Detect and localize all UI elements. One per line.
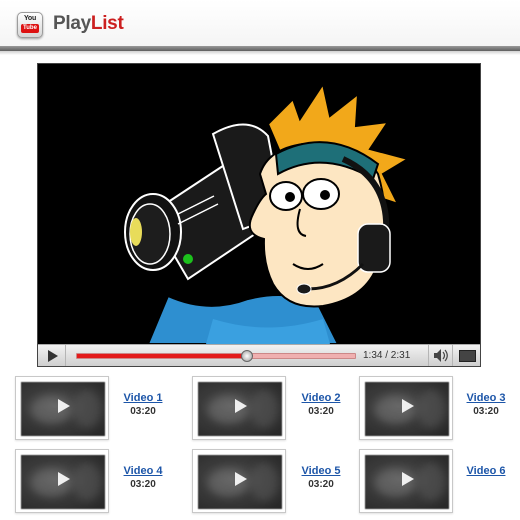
progress-bar[interactable] bbox=[76, 350, 356, 362]
playlist-item-4: Video 4 03:20 bbox=[113, 465, 173, 490]
play-icon bbox=[235, 399, 247, 413]
video-duration: 03:20 bbox=[130, 479, 156, 490]
playlist-thumbnail-3[interactable] bbox=[359, 376, 453, 440]
fullscreen-icon[interactable] bbox=[452, 345, 480, 366]
playlist-item-2: Video 2 03:20 bbox=[291, 392, 351, 417]
playlist-thumbnail-2[interactable] bbox=[192, 376, 286, 440]
video-link[interactable]: Video 3 bbox=[456, 392, 516, 404]
page-title-list: List bbox=[90, 13, 124, 34]
video-link[interactable]: Video 6 bbox=[456, 465, 516, 477]
video-link[interactable]: Video 2 bbox=[291, 392, 351, 404]
logo-text-top: You bbox=[23, 15, 37, 22]
video-player[interactable]: 1:34 / 2:31 bbox=[37, 63, 481, 367]
playlist-thumbnail-4[interactable] bbox=[15, 449, 109, 513]
time-display: 1:34 / 2:31 bbox=[363, 350, 411, 361]
progress-knob[interactable] bbox=[240, 350, 253, 362]
page-title-play: Play bbox=[53, 13, 91, 34]
playlist-item-6: Video 6 bbox=[456, 465, 516, 479]
progress-fill bbox=[77, 354, 247, 358]
volume-icon[interactable] bbox=[428, 345, 452, 366]
player-controls: 1:34 / 2:31 bbox=[38, 344, 480, 366]
page-title: PlayList bbox=[53, 13, 124, 35]
play-icon[interactable] bbox=[38, 345, 66, 366]
video-duration: 03:20 bbox=[473, 406, 499, 417]
playlist-item-5: Video 5 03:20 bbox=[291, 465, 351, 490]
header-shadow bbox=[0, 51, 520, 55]
playlist-thumbnail-5[interactable] bbox=[192, 449, 286, 513]
play-icon bbox=[235, 472, 247, 486]
playlist-thumbnail-6[interactable] bbox=[359, 449, 453, 513]
playlist-item-3: Video 3 03:20 bbox=[456, 392, 516, 417]
playlist-thumbnail-1[interactable] bbox=[15, 376, 109, 440]
video-duration: 03:20 bbox=[308, 406, 334, 417]
video-link[interactable]: Video 5 bbox=[291, 465, 351, 477]
video-frame[interactable] bbox=[38, 64, 480, 344]
play-icon bbox=[402, 472, 414, 486]
logo-text-bottom: Tube bbox=[21, 24, 39, 33]
youtube-logo-icon: You Tube bbox=[17, 12, 43, 38]
playlist-item-1: Video 1 03:20 bbox=[113, 392, 173, 417]
play-icon bbox=[402, 399, 414, 413]
header: You Tube PlayList bbox=[0, 0, 520, 50]
video-duration: 03:20 bbox=[130, 406, 156, 417]
video-duration: 03:20 bbox=[308, 479, 334, 490]
play-icon bbox=[58, 399, 70, 413]
video-link[interactable]: Video 1 bbox=[113, 392, 173, 404]
cameraman-cartoon-image bbox=[124, 81, 411, 344]
video-link[interactable]: Video 4 bbox=[113, 465, 173, 477]
play-icon bbox=[58, 472, 70, 486]
